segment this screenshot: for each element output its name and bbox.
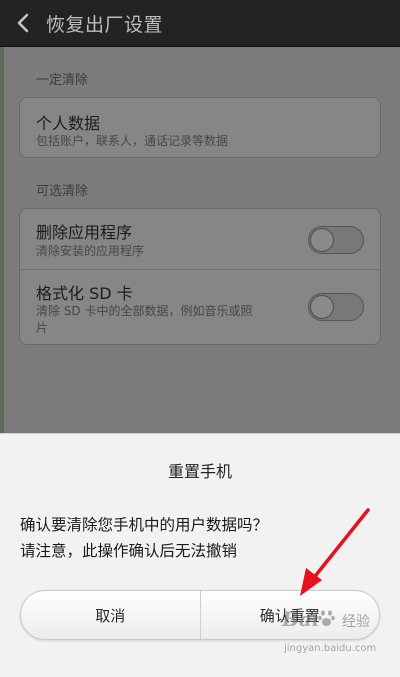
baidu-paw-icon <box>318 610 335 626</box>
dialog-message-line1: 确认要清除您手机中的用户数据吗？ <box>20 516 269 534</box>
watermark-url: jingyan.baidu.com <box>284 643 377 654</box>
row-subtitle-line1: 清除 SD 卡中的全部数据，例如音乐或照 <box>36 304 253 318</box>
row-title: 格式化 SD 卡 <box>36 284 133 303</box>
watermark-brand: Bai <box>282 607 320 631</box>
dialog-message: 确认要清除您手机中的用户数据吗？ 请注意，此操作确认后无法撤销 <box>20 512 380 564</box>
cancel-button[interactable]: 取消 <box>21 591 200 639</box>
format-sd-toggle[interactable] <box>308 293 364 321</box>
toggle-knob <box>310 295 334 319</box>
chevron-left-icon[interactable] <box>0 0 46 46</box>
row-personal-data: 个人数据 包括账户，联系人，通话记录等数据 <box>20 98 380 159</box>
toggle-knob <box>310 228 334 252</box>
section-label-required: 一定清除 <box>36 73 89 88</box>
settings-content: 一定清除 个人数据 包括账户，联系人，通话记录等数据 可选清除 删除应用程序 清… <box>0 47 400 433</box>
page-title: 恢复出厂设置 <box>46 13 164 36</box>
watermark-jingyan: 经验 <box>342 614 370 630</box>
row-delete-apps[interactable]: 删除应用程序 清除安装的应用程序 <box>20 209 380 269</box>
row-title: 删除应用程序 <box>36 223 133 242</box>
row-title: 个人数据 <box>36 114 101 133</box>
title-bar: 恢复出厂设置 <box>0 0 400 47</box>
edge-strip <box>0 47 4 433</box>
delete-apps-toggle[interactable] <box>308 226 364 254</box>
section-label-optional: 可选清除 <box>36 184 89 199</box>
row-format-sd[interactable]: 格式化 SD 卡 清除 SD 卡中的全部数据，例如音乐或照 片 <box>20 270 380 346</box>
card-required: 个人数据 包括账户，联系人，通话记录等数据 <box>19 97 381 158</box>
card-optional: 删除应用程序 清除安装的应用程序 格式化 SD 卡 清除 SD 卡中的全部数据，… <box>19 208 381 345</box>
row-subtitle: 清除安装的应用程序 <box>36 244 145 258</box>
row-subtitle-line2: 片 <box>36 321 49 335</box>
watermark: Bai 经验 jingyan.baidu.com <box>282 603 398 669</box>
row-subtitle: 包括账户，联系人，通话记录等数据 <box>36 134 229 148</box>
dialog-message-line2: 请注意，此操作确认后无法撤销 <box>20 542 238 560</box>
dialog-title: 重置手机 <box>167 462 232 481</box>
